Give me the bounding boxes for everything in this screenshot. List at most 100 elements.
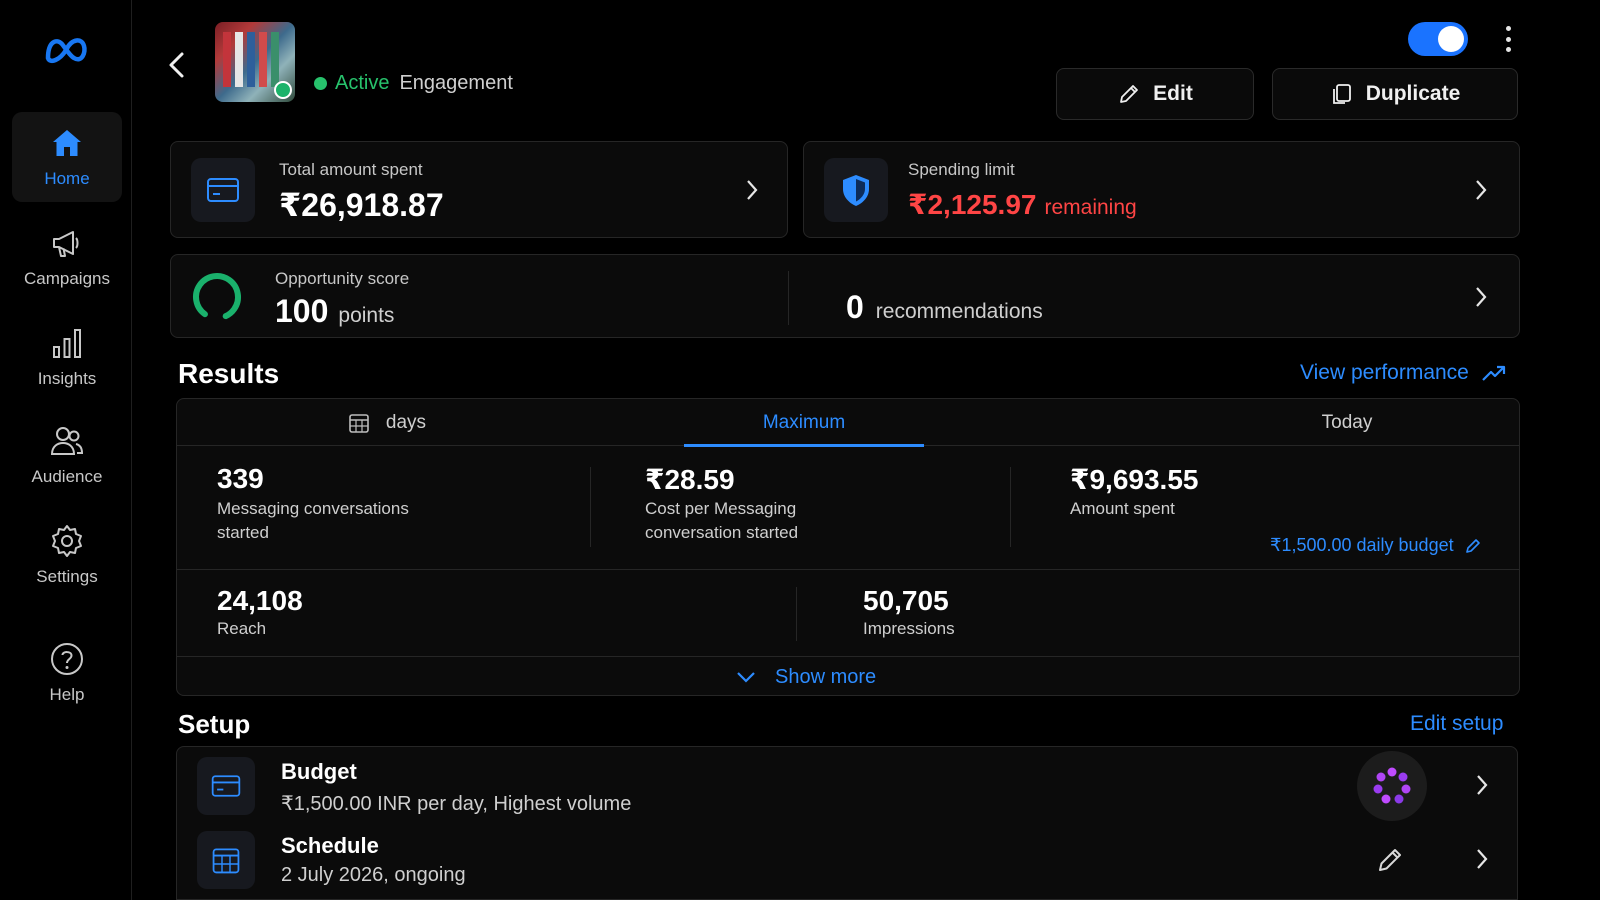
opportunity-score-label: Opportunity score xyxy=(275,269,410,288)
metric-value: ₹9,693.55 xyxy=(1070,464,1199,495)
chevron-right-icon xyxy=(747,180,758,200)
sidebar-item-label: Audience xyxy=(31,467,103,486)
shield-icon xyxy=(843,175,869,206)
total-spent-card[interactable]: Total amount spent ₹26,918.87 xyxy=(170,141,788,238)
help-icon xyxy=(51,643,83,675)
sidebar-item-label: Settings xyxy=(36,567,98,586)
metric-label: started xyxy=(217,523,269,542)
results-tabs: days Maximum Today xyxy=(177,399,1519,447)
sidebar-item-audience[interactable]: Audience xyxy=(12,410,122,500)
total-spent-value: ₹26,918.87 xyxy=(279,187,444,223)
spending-limit-card[interactable]: Spending limit ₹2,125.97 remaining xyxy=(803,141,1520,238)
opportunity-score-unit: points xyxy=(338,304,395,327)
schedule-icon-tile xyxy=(197,831,255,889)
pencil-icon[interactable] xyxy=(1375,845,1405,875)
chevron-right-icon xyxy=(1477,849,1488,869)
pencil-icon xyxy=(1120,85,1139,103)
recommendations-label: recommendations xyxy=(875,300,1043,323)
sidebar-item-campaigns[interactable]: Campaigns xyxy=(12,212,122,302)
meta-logo-icon[interactable] xyxy=(42,30,90,70)
opportunity-score-card[interactable]: Opportunity score 100 points 0 recommend… xyxy=(170,254,1520,338)
sidebar-item-label: Help xyxy=(49,685,85,704)
sidebar-item-help[interactable]: Help xyxy=(12,628,122,718)
setup-title: Setup xyxy=(178,709,251,739)
duplicate-button[interactable]: Duplicate xyxy=(1272,68,1518,120)
metric-value: ₹28.59 xyxy=(645,464,735,495)
edit-setup-link[interactable]: Edit setup xyxy=(1410,712,1503,736)
home-icon xyxy=(53,130,81,156)
metric-label: Messaging conversations xyxy=(217,499,409,518)
trend-up-icon xyxy=(1482,365,1505,381)
show-more-button[interactable]: Show more xyxy=(735,661,876,693)
metric-value: 50,705 xyxy=(863,585,949,616)
results-panel: days Maximum Today 339 Messaging convers… xyxy=(176,398,1520,696)
tab-days[interactable]: days xyxy=(177,399,597,446)
ai-assistant-badge[interactable] xyxy=(1357,751,1427,821)
card-icon xyxy=(207,178,239,202)
shield-icon-tile xyxy=(824,158,888,222)
setup-row-budget[interactable]: Budget ₹1,500.00 INR per day, Highest vo… xyxy=(176,746,1518,824)
spending-limit-label: Spending limit xyxy=(908,160,1015,179)
ad-thumbnail[interactable] xyxy=(215,22,295,102)
more-options-icon[interactable] xyxy=(1496,22,1520,56)
edit-button-label: Edit xyxy=(1153,82,1193,105)
setup-row-schedule[interactable]: Schedule 2 July 2026, ongoing xyxy=(176,823,1518,900)
metric-label: Cost per Messaging xyxy=(645,499,797,518)
status-label: Active xyxy=(335,72,390,94)
duplicate-button-label: Duplicate xyxy=(1365,82,1461,105)
setup-row-title: Schedule xyxy=(281,833,379,858)
sidebar-item-label: Campaigns xyxy=(24,269,110,288)
metric-label: Reach xyxy=(217,619,267,638)
show-more-label: Show more xyxy=(775,665,877,688)
chevron-down-icon xyxy=(737,672,755,683)
gear-icon xyxy=(52,525,82,557)
view-performance-link[interactable]: View performance xyxy=(1300,361,1507,385)
chevron-right-icon xyxy=(1476,180,1487,200)
recommendations-count: 0 xyxy=(846,289,864,325)
chevron-right-icon xyxy=(1477,775,1488,795)
active-status-dot xyxy=(314,77,327,90)
setup-row-title: Budget xyxy=(281,759,357,784)
people-icon xyxy=(50,427,84,455)
total-spent-label: Total amount spent xyxy=(279,160,423,179)
view-performance-label: View performance xyxy=(1300,361,1469,384)
status-dot xyxy=(274,81,292,99)
tab-label: days xyxy=(385,411,427,433)
duplicate-icon xyxy=(1332,84,1351,104)
budget-icon-tile xyxy=(197,757,255,815)
spending-limit-value: ₹2,125.97 xyxy=(908,189,1037,220)
opportunity-score: 100 points xyxy=(275,293,394,330)
sidebar: Home Campaigns Insights Audience Setting… xyxy=(0,0,132,900)
tab-maximum[interactable]: Maximum xyxy=(684,399,924,447)
metric-label: conversation started xyxy=(645,523,799,542)
results-title: Results xyxy=(178,358,280,389)
setup-row-subtitle: 2 July 2026, ongoing xyxy=(281,864,466,886)
card-icon xyxy=(211,775,241,797)
back-arrow-icon[interactable] xyxy=(165,48,189,82)
calendar-icon xyxy=(212,848,240,874)
opportunity-score-ring-icon xyxy=(193,273,241,321)
calendar-icon xyxy=(349,413,369,433)
edit-button[interactable]: Edit xyxy=(1056,68,1254,120)
sidebar-item-insights[interactable]: Insights xyxy=(12,312,122,402)
ai-sparkle-icon xyxy=(1373,767,1411,804)
sidebar-item-label: Home xyxy=(44,169,90,188)
megaphone-icon xyxy=(53,231,79,257)
sidebar-item-settings[interactable]: Settings xyxy=(12,510,122,600)
remaining-label: remaining xyxy=(1044,196,1137,219)
daily-budget-link[interactable]: ₹1,500.00 daily budget xyxy=(1270,535,1482,556)
payment-icon-tile xyxy=(191,158,255,222)
campaign-toggle[interactable] xyxy=(1408,22,1468,56)
tab-label: Today xyxy=(1321,411,1373,433)
setup-row-subtitle: ₹1,500.00 INR per day, Highest volume xyxy=(281,793,632,815)
sidebar-item-label: Insights xyxy=(37,369,97,388)
opportunity-score-value: 100 xyxy=(275,293,329,329)
metric-value: 339 xyxy=(217,463,264,494)
spending-limit-remaining: ₹2,125.97 remaining xyxy=(908,188,1137,221)
tab-label: Maximum xyxy=(762,411,846,433)
sidebar-item-home[interactable]: Home xyxy=(12,112,122,202)
objective-label: Engagement xyxy=(399,72,513,94)
chevron-right-icon xyxy=(1476,287,1487,307)
bar-chart-icon xyxy=(53,329,81,358)
tab-today[interactable]: Today xyxy=(1257,399,1437,446)
